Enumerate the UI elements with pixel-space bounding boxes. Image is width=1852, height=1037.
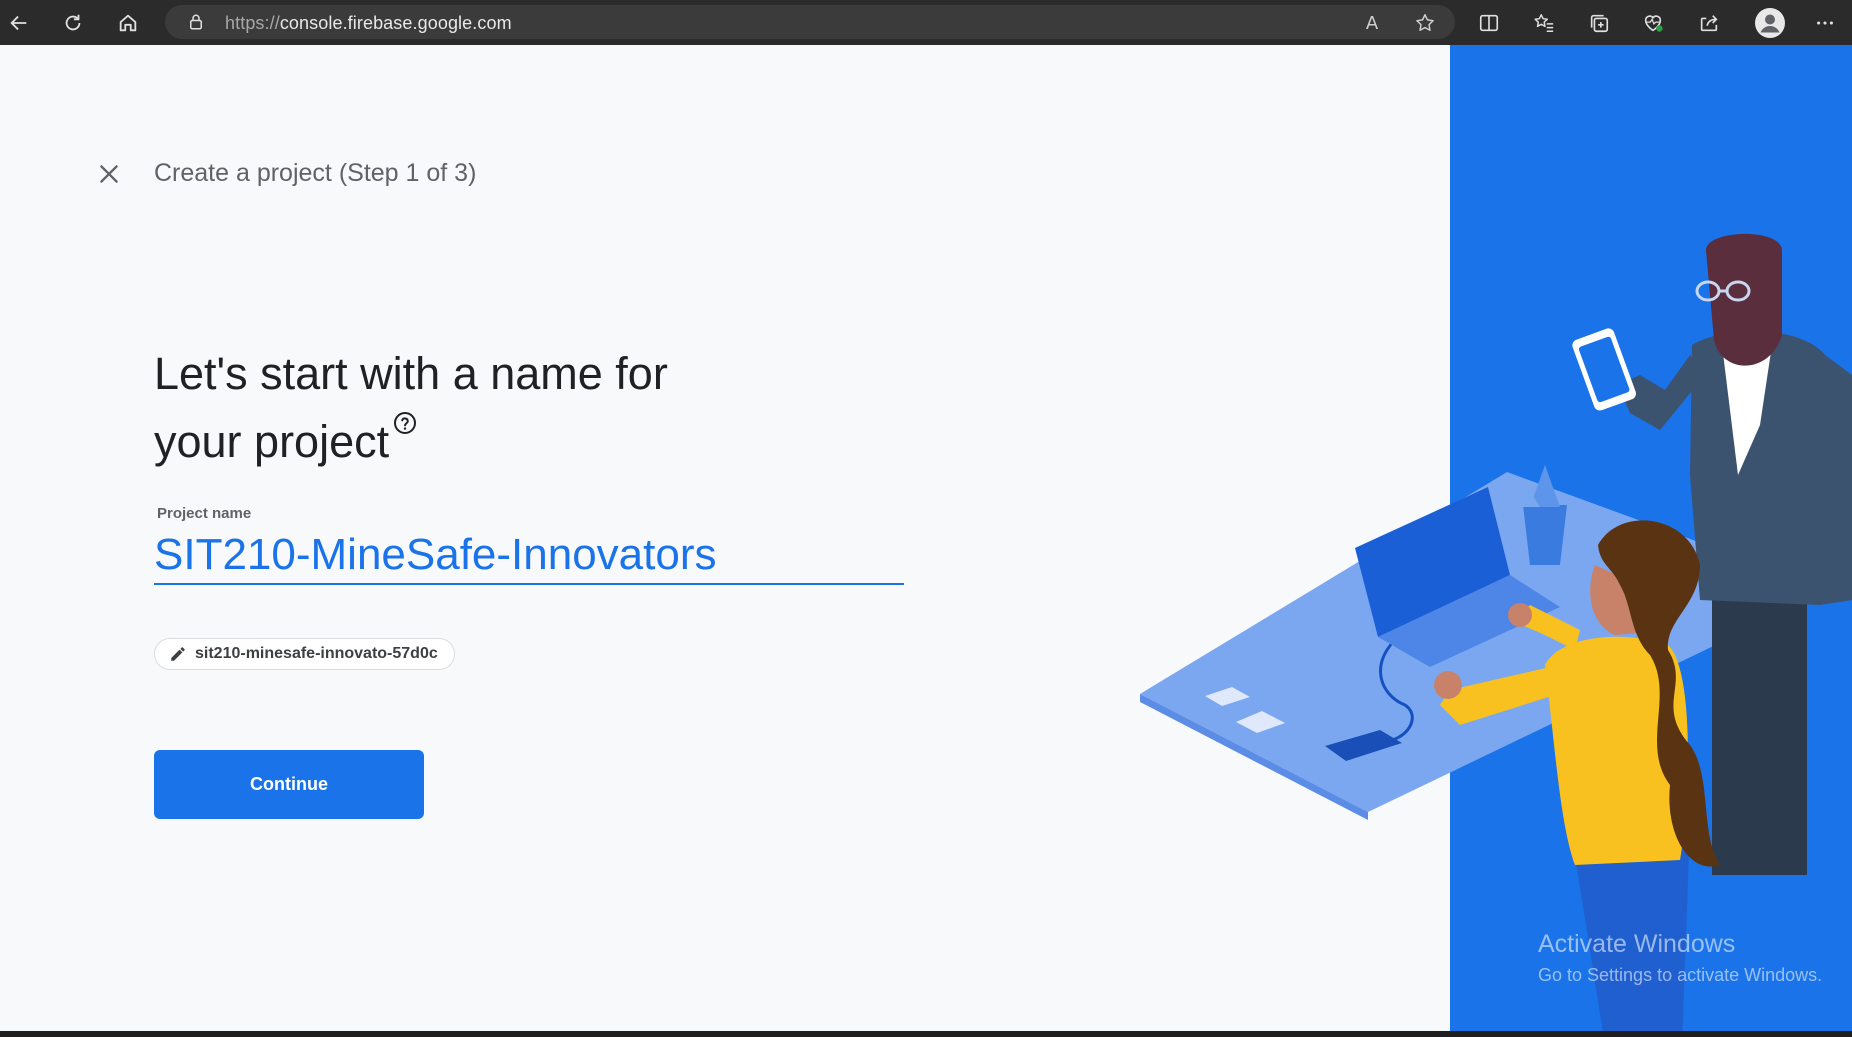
favorite-button[interactable]: [1413, 11, 1437, 35]
address-bar[interactable]: https://console.firebase.google.com A: [165, 5, 1455, 39]
lock-icon: [190, 14, 202, 30]
project-name-label: Project name: [157, 505, 252, 522]
browser-essentials-icon: [1644, 15, 1663, 32]
share-icon: [1700, 15, 1718, 32]
step-title: Create a project (Step 1 of 3): [154, 159, 477, 187]
read-aloud-button[interactable]: A: [1360, 11, 1384, 35]
heading-line1: Let's start with a name for: [154, 348, 668, 399]
project-id-chip[interactable]: sit210-minesafe-innovato-57d0c: [154, 638, 455, 670]
favorite-star-icon: [1416, 14, 1434, 31]
read-aloud-icon: A: [1365, 12, 1379, 34]
back-icon: [10, 15, 27, 31]
collections-icon: [1590, 14, 1609, 33]
browser-toolbar: https://console.firebase.google.com A: [0, 0, 1852, 45]
refresh-icon: [65, 14, 81, 31]
home-button[interactable]: [113, 8, 143, 38]
project-name-input[interactable]: [154, 527, 904, 585]
continue-button[interactable]: Continue: [154, 750, 424, 819]
profile-icon: [1755, 8, 1785, 38]
refresh-button[interactable]: [58, 8, 88, 38]
back-button[interactable]: [4, 8, 34, 38]
url-host: console.firebase.google.com: [279, 13, 512, 33]
url-scheme: https://: [225, 13, 280, 33]
page-heading: Let's start with a name for your project: [154, 340, 914, 476]
more-icon: [1817, 21, 1833, 25]
project-id-text: sit210-minesafe-innovato-57d0c: [195, 645, 438, 662]
create-project-page: Create a project (Step 1 of 3) Let's sta…: [0, 45, 1450, 1031]
profile-button[interactable]: [1752, 5, 1788, 41]
help-icon[interactable]: [393, 411, 417, 435]
heading-line2: your project: [154, 416, 390, 467]
illustration-panel: [1450, 45, 1852, 1031]
split-screen-button[interactable]: [1474, 8, 1504, 38]
favorites-icon: [1534, 14, 1554, 32]
collections-button[interactable]: [1584, 8, 1614, 38]
close-icon[interactable]: [96, 161, 122, 187]
share-button[interactable]: [1694, 8, 1724, 38]
url-text[interactable]: https://console.firebase.google.com: [225, 13, 512, 34]
favorites-button[interactable]: [1529, 8, 1559, 38]
window-bottom-edge: [0, 1031, 1852, 1037]
split-screen-icon: [1479, 14, 1499, 32]
browser-essentials-button[interactable]: [1638, 8, 1668, 38]
more-button[interactable]: [1810, 8, 1840, 38]
home-icon: [119, 14, 137, 32]
pencil-icon: [171, 647, 185, 661]
